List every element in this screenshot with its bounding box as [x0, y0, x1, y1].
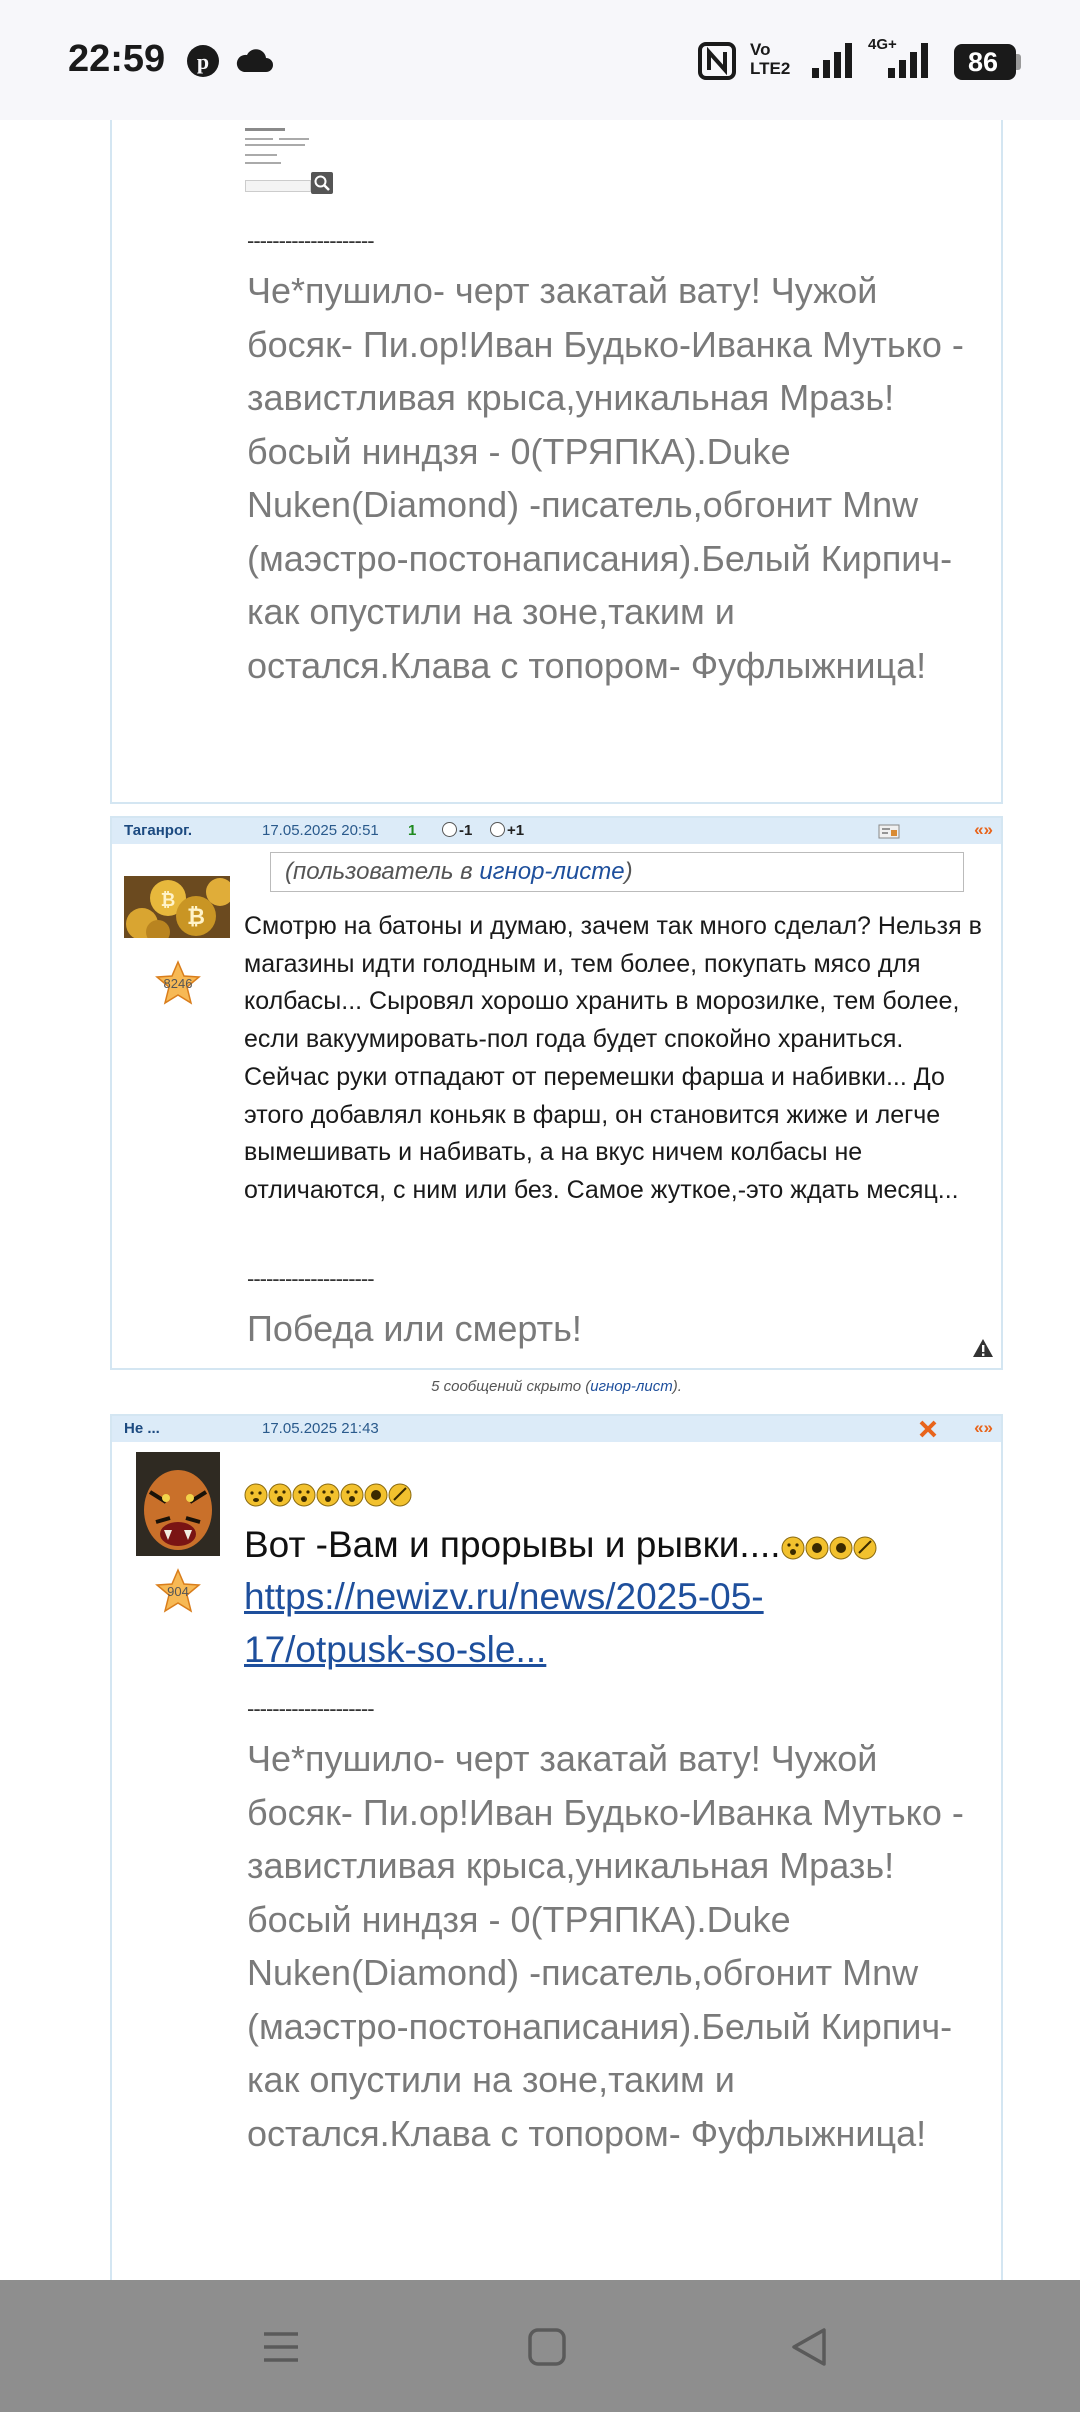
post-author[interactable]: Не ... [124, 1420, 160, 1437]
emoji-icons [244, 1483, 412, 1507]
post-date[interactable]: 17.05.2025 21:43 [262, 1420, 379, 1437]
ignore-notice: (пользователь в игнор-листе) [270, 852, 964, 892]
post-header: Таганрог. 17.05.2025 20:51 1 -1 +1 «» [112, 818, 1001, 844]
user-score: 904 [167, 1584, 189, 1599]
vote-minus[interactable]: -1 [442, 822, 472, 839]
vote-plus-radio[interactable] [490, 822, 505, 837]
signature-separator: -------------------- [247, 1696, 375, 1721]
rank-star-icon: 904 [155, 1568, 201, 1614]
clock: 22:59 [68, 38, 166, 80]
cloud-icon [236, 49, 273, 72]
signature-text: Че*пушило- черт закатай вату! Чужой бося… [247, 270, 964, 686]
signature-separator: -------------------- [247, 228, 375, 253]
home-icon[interactable] [528, 2328, 566, 2366]
menu-icon[interactable] [262, 2328, 300, 2366]
nfc-icon [698, 42, 736, 80]
private-message-icon[interactable] [878, 823, 900, 839]
signature-text: Победа или смерть! [247, 1308, 582, 1349]
forum-thread[interactable]: -------------------- Че*пушило- черт зак… [0, 120, 1080, 2280]
back-icon[interactable] [790, 2328, 828, 2366]
forum-post: -------------------- Че*пушило- черт зак… [110, 120, 1003, 804]
battery-level: 86 [967, 47, 999, 77]
report-warning-icon[interactable] [972, 1338, 994, 1358]
signal-strength-2-icon [888, 43, 928, 78]
signature-separator: -------------------- [247, 1266, 375, 1291]
forum-post: Таганрог. 17.05.2025 20:51 1 -1 +1 «» ₿ … [110, 816, 1003, 1370]
embedded-image-thumbnail[interactable] [245, 120, 341, 194]
pinterest-icon: p [187, 45, 219, 77]
ignore-list-link[interactable]: игнор-листе [479, 858, 624, 885]
user-avatar[interactable] [136, 1452, 220, 1556]
battery-icon: 86 [954, 44, 1016, 80]
post-header: Не ... 17.05.2025 21:43 «» [112, 1416, 1001, 1442]
post-headline: Вот -Вам и прорывы и рывки.... [244, 1520, 984, 1570]
signature-text: Че*пушило- черт закатай вату! Чужой бося… [247, 1738, 964, 2154]
battery-tip [1016, 54, 1021, 70]
volte-indicator: Vo LTE2 [750, 40, 791, 78]
user-score: 8246 [163, 976, 193, 991]
search-icon [311, 172, 333, 194]
user-avatar[interactable]: ₿ ₿ [124, 876, 230, 938]
rank-star-icon: 8246 [155, 960, 201, 1006]
news-link[interactable]: https://newizv.ru/news/2025-05-17/otpusk… [244, 1570, 884, 1676]
svg-text:₿: ₿ [187, 905, 205, 930]
hidden-posts-notice: 5 сообщений скрыто (игнор-лист). [431, 1378, 682, 1395]
svg-text:p: p [197, 49, 209, 74]
delete-icon[interactable] [918, 1419, 938, 1439]
vote-plus[interactable]: +1 [490, 822, 524, 839]
quote-icon[interactable]: «» [974, 1418, 993, 1438]
emoji-inline-icons [781, 1536, 877, 1560]
post-author[interactable]: Таганрог. [124, 822, 192, 839]
ignore-list-link[interactable]: игнор-лист [590, 1378, 672, 1395]
status-bar: 22:59 p Vo LTE2 4G+ 86 [0, 0, 1080, 120]
post-date[interactable]: 17.05.2025 20:51 [262, 822, 379, 839]
navigation-bar [0, 2280, 1080, 2412]
quote-icon[interactable]: «» [974, 820, 993, 840]
emoji-row [244, 1482, 414, 1510]
post-body: Смотрю на батоны и думаю, зачем так мног… [244, 912, 982, 1204]
vote-minus-radio[interactable] [442, 822, 457, 837]
svg-text:₿: ₿ [161, 890, 176, 911]
signal-strength-icon [812, 43, 852, 78]
post-rating: 1 [408, 822, 417, 839]
forum-post: Не ... 17.05.2025 21:43 «» 904 Вот -Вам … [110, 1414, 1003, 2280]
